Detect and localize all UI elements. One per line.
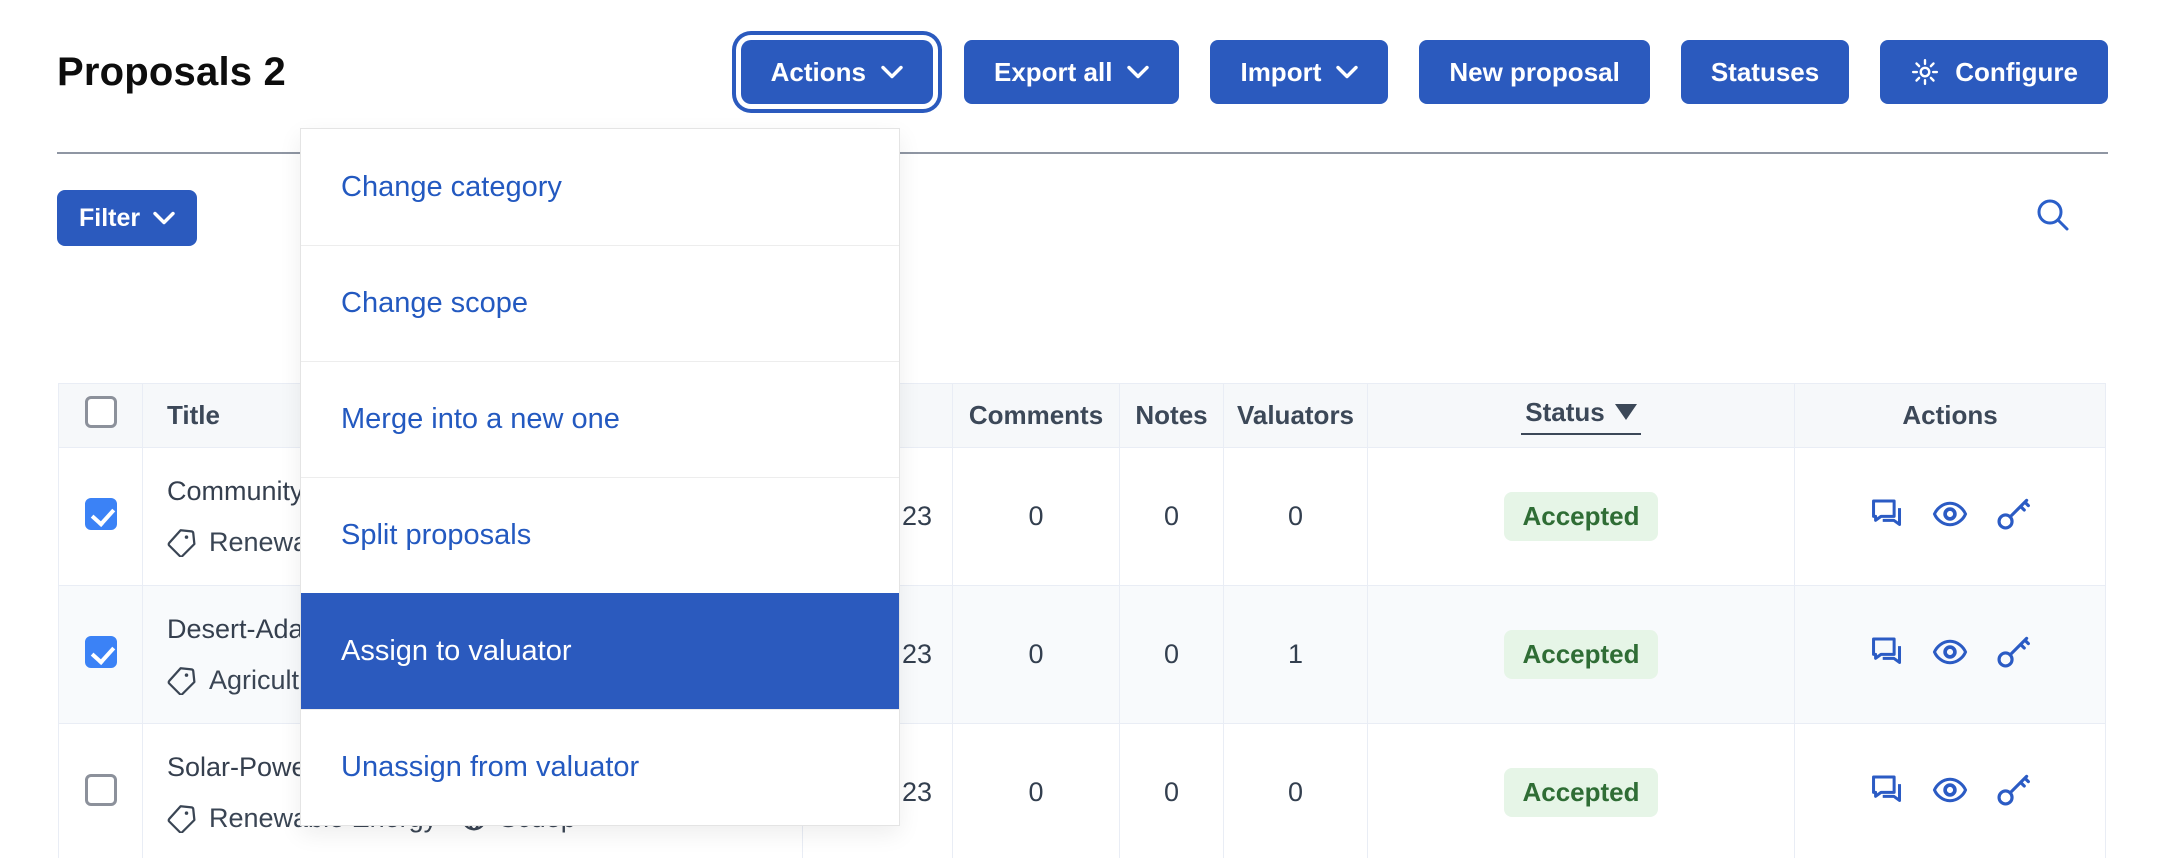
export-all-button[interactable]: Export all bbox=[964, 40, 1179, 104]
filter-button[interactable]: Filter bbox=[57, 190, 197, 246]
row-checkbox[interactable] bbox=[85, 774, 117, 806]
export-all-label: Export all bbox=[994, 57, 1112, 88]
menu-item-unassign-from-valuator[interactable]: Unassign from valuator bbox=[301, 709, 899, 825]
statuses-button[interactable]: Statuses bbox=[1681, 40, 1849, 104]
new-proposal-label: New proposal bbox=[1449, 57, 1619, 88]
answer-chat-icon[interactable] bbox=[1868, 495, 1906, 533]
tag-icon bbox=[167, 803, 197, 833]
configure-label: Configure bbox=[1955, 57, 2078, 88]
permissions-key-icon[interactable] bbox=[1994, 495, 2032, 533]
answer-chat-icon[interactable] bbox=[1868, 771, 1906, 809]
comments-count: 0 bbox=[953, 586, 1120, 724]
column-header-valuators: Valuators bbox=[1224, 384, 1368, 448]
new-proposal-button[interactable]: New proposal bbox=[1419, 40, 1649, 104]
page-title: Proposals 2 bbox=[57, 50, 286, 95]
preview-eye-icon[interactable] bbox=[1931, 633, 1969, 671]
comments-count: 0 bbox=[953, 724, 1120, 858]
column-header-comments: Comments bbox=[953, 384, 1120, 448]
preview-eye-icon[interactable] bbox=[1931, 771, 1969, 809]
actions-button-label: Actions bbox=[771, 57, 866, 88]
menu-item-assign-to-valuator[interactable]: Assign to valuator bbox=[301, 593, 899, 709]
menu-item-change-scope[interactable]: Change scope bbox=[301, 245, 899, 361]
actions-dropdown-menu: Change category Change scope Merge into … bbox=[300, 128, 900, 826]
valuators-count: 0 bbox=[1224, 448, 1368, 586]
menu-item-merge-into-new[interactable]: Merge into a new one bbox=[301, 361, 899, 477]
notes-count: 0 bbox=[1120, 724, 1224, 858]
column-header-notes: Notes bbox=[1120, 384, 1224, 448]
comments-count: 0 bbox=[953, 448, 1120, 586]
sort-desc-icon bbox=[1615, 404, 1637, 420]
answer-chat-icon[interactable] bbox=[1868, 633, 1906, 671]
status-badge: Accepted bbox=[1504, 630, 1657, 679]
tag-icon bbox=[167, 527, 197, 557]
chevron-down-icon bbox=[881, 65, 903, 79]
toolbar: Actions Export all Import New proposal S… bbox=[741, 40, 2108, 104]
select-all-checkbox[interactable] bbox=[85, 396, 117, 428]
import-label: Import bbox=[1240, 57, 1321, 88]
tag-icon bbox=[167, 665, 197, 695]
chevron-down-icon bbox=[153, 211, 175, 225]
actions-button[interactable]: Actions bbox=[741, 40, 933, 104]
gear-icon bbox=[1910, 57, 1940, 87]
row-checkbox[interactable] bbox=[85, 498, 117, 530]
notes-count: 0 bbox=[1120, 586, 1224, 724]
menu-item-split-proposals[interactable]: Split proposals bbox=[301, 477, 899, 593]
status-badge: Accepted bbox=[1504, 492, 1657, 541]
column-header-actions: Actions bbox=[1795, 384, 2106, 448]
permissions-key-icon[interactable] bbox=[1994, 633, 2032, 671]
column-header-status: Status bbox=[1368, 384, 1795, 448]
menu-item-change-category[interactable]: Change category bbox=[301, 129, 899, 245]
configure-button[interactable]: Configure bbox=[1880, 40, 2108, 104]
chevron-down-icon bbox=[1127, 65, 1149, 79]
status-badge: Accepted bbox=[1504, 768, 1657, 817]
filter-label: Filter bbox=[79, 204, 140, 233]
valuators-count: 0 bbox=[1224, 724, 1368, 858]
row-checkbox[interactable] bbox=[85, 636, 117, 668]
preview-eye-icon[interactable] bbox=[1931, 495, 1969, 533]
header-bar: Proposals 2 Actions Export all Import Ne… bbox=[57, 36, 2108, 108]
import-button[interactable]: Import bbox=[1210, 40, 1388, 104]
search-icon[interactable] bbox=[2032, 194, 2076, 238]
valuators-count: 1 bbox=[1224, 586, 1368, 724]
status-sort-link[interactable]: Status bbox=[1521, 397, 1640, 435]
statuses-label: Statuses bbox=[1711, 57, 1819, 88]
permissions-key-icon[interactable] bbox=[1994, 771, 2032, 809]
chevron-down-icon bbox=[1336, 65, 1358, 79]
notes-count: 0 bbox=[1120, 448, 1224, 586]
